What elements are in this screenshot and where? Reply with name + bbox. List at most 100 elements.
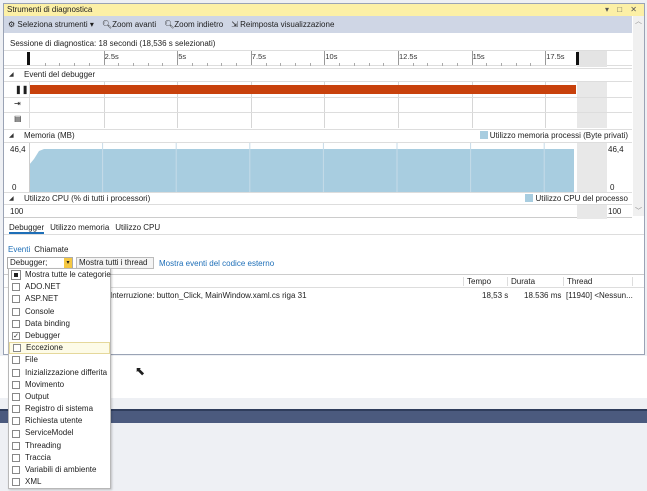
ruler-tick-label: 17.5s [546, 52, 565, 61]
category-label: Console [25, 306, 55, 316]
toolbar: ⚙ Seleziona strumenti ▾ 🔍︎Zoom avanti 🔍︎… [4, 16, 632, 33]
category-item[interactable]: Console [9, 306, 110, 318]
category-item[interactable]: Movimento [9, 379, 110, 391]
category-item[interactable]: Eccezione [9, 342, 110, 355]
ruler-tick-label: 7.5s [251, 52, 266, 61]
category-label: Data binding [25, 318, 70, 328]
category-item[interactable]: Richiesta utente [9, 415, 110, 427]
checkbox[interactable] [12, 478, 20, 487]
category-item[interactable]: ServiceModel [9, 427, 110, 439]
ruler-minor-tick [412, 63, 414, 66]
checkbox[interactable] [12, 283, 20, 292]
memory-header[interactable]: ◢ Memoria (MB) Utilizzo memoria processi … [4, 129, 632, 141]
category-item[interactable]: ASP.NET [9, 293, 110, 305]
ruler-minor-tick [353, 63, 355, 66]
col-time[interactable]: Tempo [463, 277, 507, 286]
cpu-chart[interactable]: 100 100 [4, 204, 632, 219]
checkbox[interactable] [12, 392, 20, 401]
tab-memory-usage[interactable]: Utilizzo memoria [50, 221, 109, 234]
ruler-tick [471, 51, 473, 65]
checkbox[interactable] [13, 344, 21, 353]
category-item[interactable]: Traccia [9, 452, 110, 464]
checkbox[interactable] [12, 405, 20, 414]
ruler-tick [324, 51, 326, 65]
memory-max-label: 46,4 [10, 145, 26, 154]
checkbox[interactable] [12, 319, 20, 328]
ruler-tick [398, 51, 399, 65]
window-title: Strumenti di diagnostica [7, 5, 93, 14]
col-duration[interactable]: Durata [507, 277, 563, 286]
category-label: Richiesta utente [25, 416, 83, 426]
category-label: Inizializzazione differita [25, 367, 108, 377]
category-label: Output [25, 391, 50, 401]
checkbox[interactable] [11, 270, 21, 281]
checkbox[interactable] [12, 307, 20, 316]
checkbox[interactable]: ✓ [12, 332, 20, 341]
checkbox[interactable] [12, 453, 20, 462]
ruler-minor-tick [280, 63, 282, 66]
checkbox[interactable] [12, 368, 20, 377]
category-label: Movimento [25, 379, 65, 389]
memory-area [29, 143, 574, 193]
checkbox[interactable] [12, 380, 20, 389]
ruler-minor-tick [368, 63, 370, 66]
ruler-minor-tick [44, 63, 46, 66]
checkbox[interactable] [12, 466, 20, 475]
category-item[interactable]: Inizializzazione differita [9, 367, 110, 379]
ruler-tick-label: 5s [178, 52, 187, 61]
subtab-strip: Eventi Chiamate [8, 245, 68, 254]
ruler-minor-tick [456, 63, 458, 66]
selection-start-handle[interactable] [27, 52, 30, 65]
zoom-out-icon: 🔍︎ [164, 20, 175, 29]
checkbox[interactable] [12, 417, 20, 426]
checkbox[interactable] [12, 441, 20, 450]
timeline-ruler[interactable]: 2.5s 5s 7.5s 10s 12.5s 15s 17.5s [4, 50, 632, 67]
show-external-code-link[interactable]: Mostra eventi del codice esterno [159, 259, 274, 268]
category-item[interactable]: Data binding [9, 318, 110, 330]
category-item[interactable]: Registro di sistema [9, 403, 110, 415]
subtab-calls[interactable]: Chiamate [34, 245, 68, 254]
ruler-minor-tick [339, 63, 341, 66]
category-label: ASP.NET [25, 294, 59, 304]
reset-view-button[interactable]: ⇲ Reimposta visualizzazione [231, 16, 334, 33]
col-thread[interactable]: Thread [563, 277, 633, 286]
debugger-events-header[interactable]: ◢ Eventi del debugger [4, 68, 632, 80]
ruler-tick-label: 10s [325, 52, 338, 61]
category-item[interactable]: ADO.NET [9, 281, 110, 293]
checkbox[interactable] [12, 356, 20, 365]
memory-min-label: 0 [12, 183, 17, 192]
window-controls[interactable]: ▾ □ ✕ [605, 4, 640, 16]
zoom-in-button[interactable]: 🔍︎Zoom avanti [102, 16, 156, 33]
category-label: ServiceModel [25, 428, 74, 438]
category-label: ADO.NET [25, 282, 61, 292]
vertical-scrollbar[interactable]: ︿ ﹀ [633, 16, 644, 216]
category-item[interactable]: Threading [9, 440, 110, 452]
category-item[interactable]: Mostra tutte le categorie [9, 269, 111, 281]
debugger-events-track[interactable]: ❚❚ ⇥ ▤ [4, 81, 632, 128]
checkbox[interactable] [12, 295, 20, 304]
ruler-tick [103, 51, 105, 65]
memory-chart[interactable]: 46,4 0 46,4 0 [4, 142, 632, 193]
category-item[interactable]: Output [9, 391, 110, 403]
category-label: XML [25, 477, 42, 487]
selection-end-handle[interactable] [576, 52, 579, 65]
subtab-events[interactable]: Eventi [8, 245, 30, 254]
ruler-tick [545, 51, 547, 65]
category-label: File [25, 355, 38, 365]
category-item[interactable]: File [9, 354, 110, 366]
ruler-minor-tick [309, 63, 311, 66]
break-event-bar[interactable] [30, 85, 576, 94]
category-item[interactable]: XML [9, 476, 110, 488]
ruler-minor-tick [133, 63, 135, 66]
category-item[interactable]: Variabili di ambiente [9, 464, 110, 476]
ruler-minor-tick [236, 63, 238, 66]
tab-cpu-usage[interactable]: Utilizzo CPU [115, 221, 160, 234]
zoom-in-icon: 🔍︎ [101, 20, 113, 29]
tab-debugger[interactable]: Debugger [9, 221, 45, 234]
category-item[interactable]: ✓ Debugger [9, 330, 110, 342]
zoom-out-button[interactable]: 🔍︎Zoom indietro [164, 16, 223, 33]
cpu-max-label: 100 [10, 207, 24, 216]
select-tools-button[interactable]: ⚙ Seleziona strumenti ▾ [8, 16, 94, 33]
checkbox[interactable] [12, 429, 20, 438]
cpu-header[interactable]: ◢ Utilizzo CPU (% di tutti i processori) … [4, 192, 632, 204]
